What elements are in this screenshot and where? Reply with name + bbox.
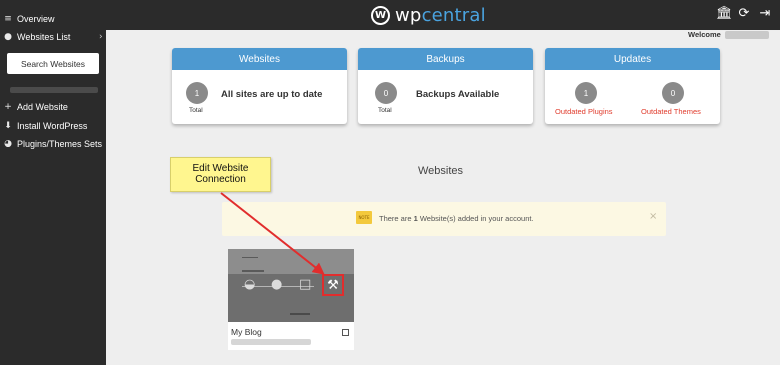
- logout-icon[interactable]: ⇥: [758, 7, 772, 21]
- websites-card-title: Websites: [172, 48, 347, 70]
- site-select-checkbox[interactable]: [342, 329, 349, 336]
- websites-status-text: All sites are up to date: [221, 89, 323, 100]
- username-redacted[interactable]: [725, 31, 769, 39]
- sidebar: ≡ Overview ● Websites List › Search Webs…: [0, 0, 106, 365]
- backups-card: Backups 0 Total Backups Available: [358, 48, 533, 124]
- backups-total-label: Total: [378, 107, 392, 114]
- notice-prefix: There are: [379, 214, 414, 223]
- note-icon: NOTE: [356, 211, 372, 224]
- outdated-themes-link[interactable]: Outdated Themes: [641, 107, 701, 116]
- search-websites-button[interactable]: Search Websites: [7, 53, 99, 74]
- dashboard-icon[interactable]: ◒: [244, 277, 255, 292]
- site-name: My Blog: [231, 327, 262, 337]
- sidebar-item-label: Add Website: [17, 102, 68, 112]
- sidebar-item-add-website[interactable]: + Add Website: [3, 102, 68, 112]
- sidebar-item-websites-list[interactable]: ● Websites List: [3, 32, 70, 42]
- welcome-text: Welcome: [688, 30, 721, 39]
- sidebar-item-label: Overview: [17, 14, 55, 24]
- updates-card: Updates 1 Outdated Plugins 0 Outdated Th…: [545, 48, 720, 124]
- sidebar-item-install-wordpress[interactable]: ⬇ Install WordPress: [3, 121, 87, 131]
- outdated-plugins-count-badge[interactable]: 1: [575, 82, 597, 104]
- user-icon[interactable]: ●: [271, 277, 282, 292]
- layers-icon: ≡: [4, 14, 12, 24]
- websites-count-badge: 1: [186, 82, 208, 104]
- sidebar-item-label: Install WordPress: [17, 121, 88, 131]
- thumbnail-text-line: [242, 257, 258, 258]
- website-entry-redacted[interactable]: [10, 87, 98, 93]
- refresh-icon[interactable]: ⟳: [737, 7, 751, 21]
- sidebar-item-plugins-themes-sets[interactable]: ◕ Plugins/Themes Sets: [3, 139, 102, 149]
- websites-card: Websites 1 Total All sites are up to dat…: [172, 48, 347, 124]
- site-url-redacted: [231, 339, 311, 345]
- download-icon: ⬇: [4, 121, 12, 131]
- websites-section-title: Websites: [418, 165, 464, 177]
- sidebar-item-overview[interactable]: ≡ Overview: [3, 14, 55, 24]
- notice-suffix: Website(s) added in your account.: [417, 214, 534, 223]
- backups-card-title: Backups: [358, 48, 533, 70]
- edit-connection-callout: Edit Website Connection: [170, 157, 271, 192]
- backups-status-text: Backups Available: [416, 89, 500, 100]
- sidebar-item-label: Websites List: [17, 32, 71, 42]
- outdated-plugins-link[interactable]: Outdated Plugins: [555, 107, 613, 116]
- wpcentral-logo[interactable]: W wpcentral: [371, 4, 486, 26]
- site-tile[interactable]: ◒ ● □ ⚒ My Blog: [228, 249, 354, 350]
- notice-text: There are 1 Website(s) added in your acc…: [379, 214, 534, 223]
- bank-icon[interactable]: 🏛︎: [716, 7, 733, 21]
- logo-text: wpcentral: [395, 5, 486, 26]
- logo-mark-icon: W: [371, 5, 390, 25]
- thumbnail-text-line: [242, 270, 264, 272]
- websites-notice: NOTE There are 1 Website(s) added in you…: [222, 202, 666, 236]
- top-icons: 🏛︎ ⟳ ⇥: [716, 7, 772, 21]
- thumbnail-text-line: [290, 313, 310, 315]
- websites-total-label: Total: [189, 107, 203, 114]
- backups-count-badge: 0: [375, 82, 397, 104]
- sidebar-item-label: Plugins/Themes Sets: [17, 139, 103, 149]
- callout-line-1: Edit Website: [192, 163, 249, 174]
- edit-connection-wrench-icon[interactable]: ⚒: [322, 274, 344, 296]
- logo-wp: wp: [395, 4, 422, 26]
- top-bar: W wpcentral 🏛︎ ⟳ ⇥: [0, 0, 780, 30]
- close-icon[interactable]: ×: [649, 211, 657, 222]
- logo-central: central: [421, 4, 486, 26]
- plus-icon: +: [4, 102, 12, 112]
- updates-card-title: Updates: [545, 48, 720, 70]
- file-icon[interactable]: □: [299, 277, 311, 292]
- chevron-right-icon[interactable]: ›: [99, 32, 103, 42]
- pie-icon: ◕: [4, 139, 12, 149]
- outdated-themes-count-badge[interactable]: 0: [662, 82, 684, 104]
- globe-icon: ●: [4, 32, 12, 42]
- site-thumbnail[interactable]: ◒ ● □ ⚒: [228, 249, 354, 322]
- callout-line-2: Connection: [195, 174, 246, 185]
